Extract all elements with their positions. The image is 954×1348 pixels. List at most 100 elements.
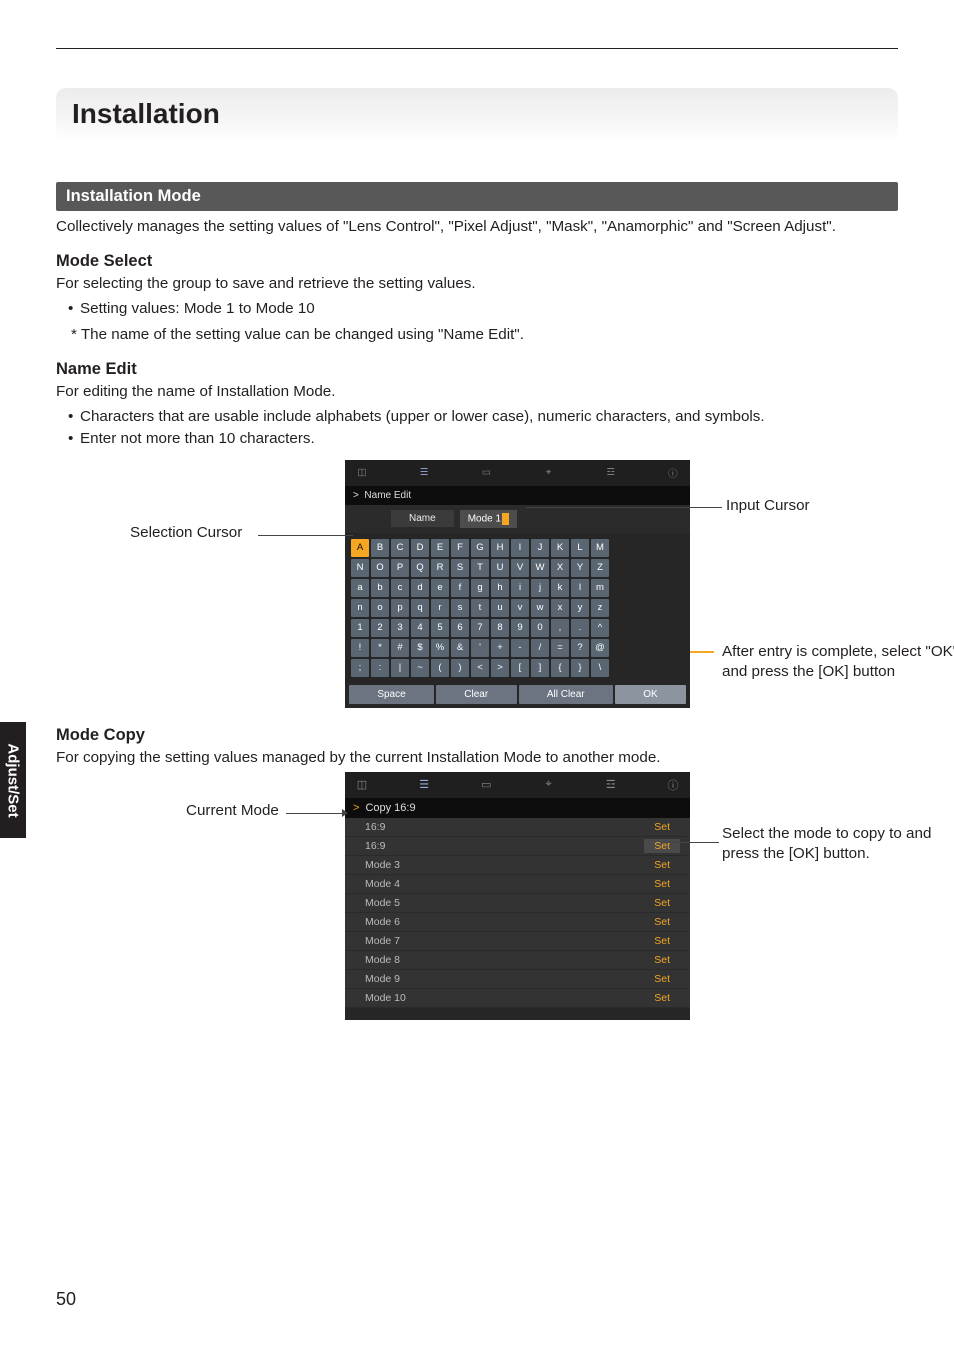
key-N[interactable]: N [351, 559, 369, 577]
key-F[interactable]: F [451, 539, 469, 557]
key-)[interactable]: ) [451, 659, 469, 677]
key-H[interactable]: H [491, 539, 509, 557]
key-3[interactable]: 3 [391, 619, 409, 637]
mode-row[interactable]: Mode 10Set [345, 989, 690, 1008]
key-f[interactable]: f [451, 579, 469, 597]
key-K[interactable]: K [551, 539, 569, 557]
key-Y[interactable]: Y [571, 559, 589, 577]
key-W[interactable]: W [531, 559, 549, 577]
mode-row[interactable]: Mode 4Set [345, 875, 690, 894]
key-a[interactable]: a [351, 579, 369, 597]
key-&[interactable]: & [451, 639, 469, 657]
key-5[interactable]: 5 [431, 619, 449, 637]
key-][interactable]: ] [531, 659, 549, 677]
key-c[interactable]: c [391, 579, 409, 597]
key-9[interactable]: 9 [511, 619, 529, 637]
key-.[interactable]: . [571, 619, 589, 637]
key-g[interactable]: g [471, 579, 489, 597]
key-y[interactable]: y [571, 599, 589, 617]
key-1[interactable]: 1 [351, 619, 369, 637]
key-s[interactable]: s [451, 599, 469, 617]
key->[interactable]: > [491, 659, 509, 677]
key-;[interactable]: ; [351, 659, 369, 677]
key-S[interactable]: S [451, 559, 469, 577]
key-Z[interactable]: Z [591, 559, 609, 577]
key-i[interactable]: i [511, 579, 529, 597]
key-d[interactable]: d [411, 579, 429, 597]
key-q[interactable]: q [411, 599, 429, 617]
key-o[interactable]: o [371, 599, 389, 617]
key-u[interactable]: u [491, 599, 509, 617]
key-m[interactable]: m [591, 579, 609, 597]
key-<[interactable]: < [471, 659, 489, 677]
key-e[interactable]: e [431, 579, 449, 597]
mode-row[interactable]: 16:9Set [345, 818, 690, 837]
mode-row[interactable]: 16:9Set [345, 837, 690, 856]
key-~[interactable]: ~ [411, 659, 429, 677]
key-G[interactable]: G [471, 539, 489, 557]
key-^[interactable]: ^ [591, 619, 609, 637]
key-z[interactable]: z [591, 599, 609, 617]
key-l[interactable]: l [571, 579, 589, 597]
key-D[interactable]: D [411, 539, 429, 557]
key-?[interactable]: ? [571, 639, 589, 657]
key-p[interactable]: p [391, 599, 409, 617]
key-r[interactable]: r [431, 599, 449, 617]
key-w[interactable]: w [531, 599, 549, 617]
key-J[interactable]: J [531, 539, 549, 557]
key-*[interactable]: * [371, 639, 389, 657]
key-C[interactable]: C [391, 539, 409, 557]
mode-row[interactable]: Mode 7Set [345, 932, 690, 951]
key-t[interactable]: t [471, 599, 489, 617]
key-#[interactable]: # [391, 639, 409, 657]
key-:[interactable]: : [371, 659, 389, 677]
key-E[interactable]: E [431, 539, 449, 557]
key-h[interactable]: h [491, 579, 509, 597]
key-k[interactable]: k [551, 579, 569, 597]
key-}[interactable]: } [571, 659, 589, 677]
key-=[interactable]: = [551, 639, 569, 657]
mode-row[interactable]: Mode 6Set [345, 913, 690, 932]
key--[interactable]: - [511, 639, 529, 657]
key-8[interactable]: 8 [491, 619, 509, 637]
key-R[interactable]: R [431, 559, 449, 577]
key-V[interactable]: V [511, 559, 529, 577]
all-clear-button[interactable]: All Clear [519, 685, 613, 704]
key-j[interactable]: j [531, 579, 549, 597]
key-\[interactable]: \ [591, 659, 609, 677]
key-v[interactable]: v [511, 599, 529, 617]
key-A[interactable]: A [351, 539, 369, 557]
key-/[interactable]: / [531, 639, 549, 657]
key-@[interactable]: @ [591, 639, 609, 657]
mode-row[interactable]: Mode 5Set [345, 894, 690, 913]
key-+[interactable]: + [491, 639, 509, 657]
key-Q[interactable]: Q [411, 559, 429, 577]
key-O[interactable]: O [371, 559, 389, 577]
key-6[interactable]: 6 [451, 619, 469, 637]
key-$[interactable]: $ [411, 639, 429, 657]
key-0[interactable]: 0 [531, 619, 549, 637]
key-T[interactable]: T [471, 559, 489, 577]
key-M[interactable]: M [591, 539, 609, 557]
key-U[interactable]: U [491, 559, 509, 577]
key-P[interactable]: P [391, 559, 409, 577]
clear-button[interactable]: Clear [436, 685, 517, 704]
space-button[interactable]: Space [349, 685, 434, 704]
key-[[interactable]: [ [511, 659, 529, 677]
key-([interactable]: ( [431, 659, 449, 677]
key-L[interactable]: L [571, 539, 589, 557]
key-%[interactable]: % [431, 639, 449, 657]
key-{[interactable]: { [551, 659, 569, 677]
key-X[interactable]: X [551, 559, 569, 577]
key-7[interactable]: 7 [471, 619, 489, 637]
mode-row[interactable]: Mode 9Set [345, 970, 690, 989]
ok-button[interactable]: OK [615, 685, 686, 704]
key-![interactable]: ! [351, 639, 369, 657]
mode-row[interactable]: Mode 3Set [345, 856, 690, 875]
key-,[interactable]: , [551, 619, 569, 637]
key-|[interactable]: | [391, 659, 409, 677]
key-'[interactable]: ' [471, 639, 489, 657]
key-b[interactable]: b [371, 579, 389, 597]
key-2[interactable]: 2 [371, 619, 389, 637]
mode-row[interactable]: Mode 8Set [345, 951, 690, 970]
